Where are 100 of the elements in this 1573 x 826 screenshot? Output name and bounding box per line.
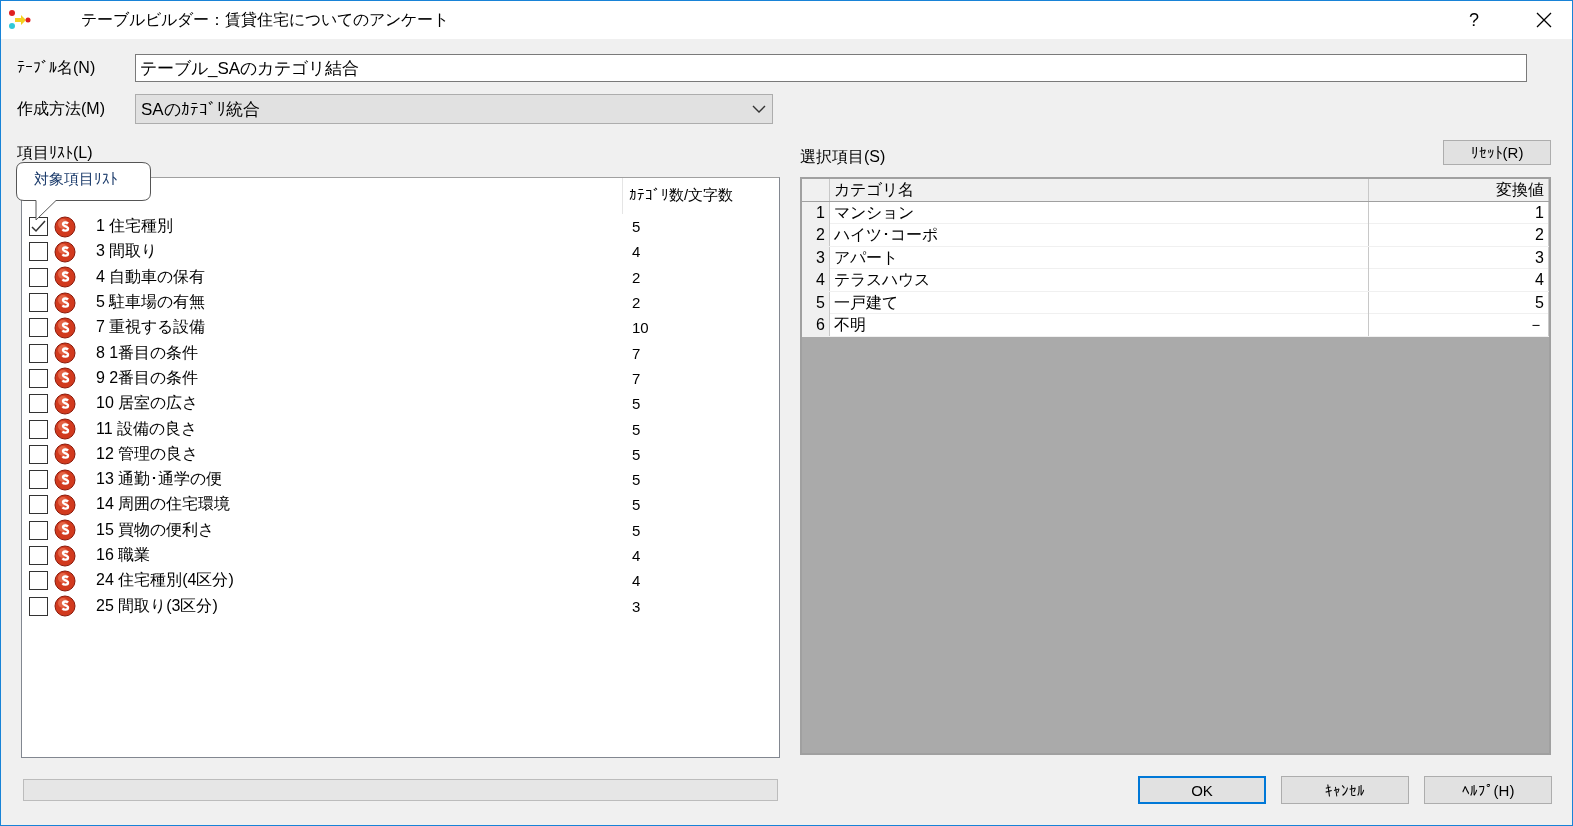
item-count: 5: [631, 395, 642, 413]
item-count: 5: [631, 218, 642, 236]
item-label[interactable]: 11 設備の良さ: [96, 418, 198, 440]
column-header: ｶﾃｺﾞﾘ数/文字数: [622, 178, 777, 214]
table-cell: 2: [1369, 224, 1549, 246]
item-count: 4: [631, 547, 642, 564]
item-label[interactable]: 12 管理の良さ: [96, 443, 199, 465]
s-badge-icon: [54, 595, 76, 618]
table-name-field[interactable]: テーブル_SAのカテゴリ結合: [135, 54, 1527, 82]
item-count: 2: [631, 268, 642, 286]
close-icon: [1536, 12, 1552, 28]
s-badge-icon: [54, 569, 76, 592]
section-label: 選択項目(S): [800, 146, 887, 167]
column-header: 変換値: [1369, 179, 1549, 201]
item-label[interactable]: 9 2番目の条件: [96, 367, 199, 389]
reset-button[interactable]: ﾘｾｯﾄ(R): [1443, 139, 1551, 165]
table-cell: テラスハウス: [830, 269, 1369, 291]
table-cell: 3: [1369, 246, 1549, 269]
checkmark-icon: [31, 220, 46, 234]
table-cell: 一戸建て: [830, 291, 1369, 314]
s-badge-icon: [54, 367, 76, 390]
row-number: 6: [802, 314, 830, 336]
s-badge-icon: [54, 291, 76, 314]
item-count: 4: [631, 243, 642, 261]
row-number: 2: [802, 224, 830, 246]
table-cell: マンション: [830, 201, 1369, 224]
checkbox[interactable]: [29, 368, 48, 388]
item-count: 5: [631, 445, 642, 463]
item-label[interactable]: 5 駐車場の有無: [96, 292, 206, 314]
item-count: 5: [631, 521, 642, 539]
checkbox[interactable]: [29, 267, 48, 287]
item-count: 7: [631, 344, 642, 362]
item-label[interactable]: 13 通勤･通学の便: [96, 469, 223, 491]
table-cell: ハイツ･コーポ: [830, 224, 1369, 246]
s-badge-icon: [54, 215, 76, 238]
table-cell: アパート: [830, 246, 1369, 269]
s-badge-icon: [54, 544, 76, 567]
row-number: 5: [802, 291, 830, 314]
dialog-button[interactable]: OK: [1138, 776, 1266, 804]
checkbox[interactable]: [29, 343, 48, 363]
checkbox[interactable]: [29, 495, 48, 515]
checkbox[interactable]: [29, 217, 48, 237]
item-label[interactable]: 15 買物の便利さ: [96, 519, 215, 541]
checkbox[interactable]: [29, 596, 48, 616]
table-cell: 1: [1369, 201, 1549, 224]
item-count: 2: [631, 294, 642, 312]
checkbox[interactable]: [29, 520, 48, 540]
checkbox[interactable]: [29, 470, 48, 490]
item-count: 3: [631, 597, 642, 615]
app-logo-icon: [7, 9, 31, 31]
s-badge-icon: [54, 266, 76, 289]
s-badge-icon: [54, 316, 76, 339]
checkbox[interactable]: [29, 444, 48, 464]
item-count: 5: [631, 496, 642, 514]
checkbox[interactable]: [29, 318, 48, 338]
s-badge-icon: [54, 519, 76, 542]
window-title: テーブルビルダー：賃貸住宅についてのアンケート: [81, 9, 450, 30]
s-badge-icon: [54, 240, 76, 263]
item-label[interactable]: 3 間取り: [96, 241, 158, 263]
item-count: 7: [631, 369, 642, 387]
method-dropdown[interactable]: SAのｶﾃｺﾞﾘ統合: [135, 94, 773, 124]
checkbox[interactable]: [29, 394, 48, 414]
checkbox[interactable]: [29, 242, 48, 262]
item-label[interactable]: 14 周囲の住宅環境: [96, 494, 231, 516]
table-cell: 4: [1369, 269, 1549, 291]
item-label[interactable]: 24 住宅種別(4区分): [96, 570, 234, 592]
item-count: 5: [631, 420, 642, 438]
checkbox[interactable]: [29, 571, 48, 591]
item-count: 10: [631, 319, 650, 337]
dialog-button[interactable]: ｷｬﾝｾﾙ: [1281, 776, 1409, 804]
s-badge-icon: [54, 418, 76, 440]
checkbox[interactable]: [29, 546, 48, 565]
table-cell: 5: [1369, 291, 1549, 314]
item-count: 4: [631, 572, 642, 590]
table-cell: －: [1369, 314, 1549, 336]
s-badge-icon: [54, 443, 76, 466]
row-number: 3: [802, 246, 830, 269]
item-label[interactable]: 4 自動車の保有: [96, 266, 206, 288]
column-header: カテゴリ名: [830, 179, 1369, 201]
dialog-button[interactable]: ﾍﾙﾌﾟ(H): [1424, 776, 1552, 804]
s-badge-icon: [54, 392, 76, 415]
item-label[interactable]: 10 居室の広さ: [96, 393, 199, 415]
item-label[interactable]: 7 重視する設備: [96, 317, 206, 339]
s-badge-icon: [54, 493, 76, 516]
row-number: 1: [802, 201, 830, 224]
checkbox[interactable]: [29, 419, 48, 439]
help-button[interactable]: ?: [1444, 9, 1504, 31]
item-count: 5: [631, 471, 642, 489]
table-cell: 不明: [830, 314, 1369, 336]
item-label[interactable]: 8 1番目の条件: [96, 342, 199, 364]
chevron-down-icon: [752, 105, 766, 113]
field-label: ﾃｰﾌﾞﾙ名(N): [17, 57, 97, 78]
checkbox[interactable]: [29, 293, 48, 313]
s-badge-icon: [54, 468, 76, 491]
item-label[interactable]: 25 間取り(3区分): [96, 595, 218, 617]
item-label[interactable]: 16 職業: [96, 545, 151, 566]
s-badge-icon: [54, 342, 76, 365]
field-label: 作成方法(M): [17, 98, 106, 119]
row-number: 4: [802, 269, 830, 291]
section-label: 項目ﾘｽﾄ(L): [17, 143, 94, 163]
